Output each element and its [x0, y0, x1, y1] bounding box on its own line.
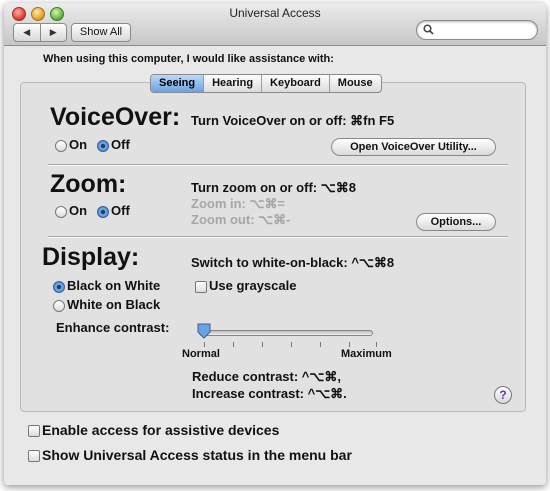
show-all-button[interactable]: Show All: [71, 23, 131, 42]
voiceover-off-label: Off: [111, 137, 130, 152]
reduce-contrast-shortcut: Reduce contrast: ^⌥⌘,: [192, 369, 341, 384]
intro-text: When using this computer, I would like a…: [43, 53, 334, 65]
contrast-label: Enhance contrast:: [56, 320, 170, 335]
slider-tick: [320, 342, 321, 347]
zoom-off-radio[interactable]: [97, 206, 109, 218]
slider-tick: [233, 342, 234, 347]
zoom-on-radio[interactable]: [55, 206, 67, 218]
slider-tick: [262, 342, 263, 347]
window-title: Universal Access: [229, 6, 321, 20]
black-on-white-label: Black on White: [67, 278, 161, 293]
voiceover-off-radio[interactable]: [97, 140, 109, 152]
zoom-off-label: Off: [111, 203, 130, 218]
tab-hearing[interactable]: Hearing: [203, 75, 261, 92]
search-icon: [423, 24, 434, 35]
forward-button[interactable]: ▶: [41, 24, 67, 41]
preferences-window: Universal Access ◀ ▶ Show All When using…: [4, 3, 546, 485]
divider: [48, 164, 508, 166]
tab-keyboard[interactable]: Keyboard: [261, 75, 329, 92]
voiceover-shortcut: Turn VoiceOver on or off: ⌘fn F5: [191, 113, 395, 128]
zoom-options-button[interactable]: Options...: [416, 213, 496, 231]
contrast-slider-track[interactable]: [199, 330, 373, 336]
white-on-black-radio[interactable]: [53, 300, 65, 312]
display-heading: Display:: [42, 243, 140, 271]
display-shortcut: Switch to white-on-black: ^⌥⌘8: [191, 255, 395, 270]
contrast-slider-thumb[interactable]: [197, 323, 211, 339]
contrast-min-label: Normal: [182, 348, 220, 360]
tab-mouse[interactable]: Mouse: [328, 75, 381, 92]
assistive-devices-label: Enable access for assistive devices: [42, 422, 280, 438]
assistive-devices-checkbox[interactable]: [28, 425, 40, 437]
title-bar: Universal Access ◀ ▶ Show All: [4, 3, 546, 46]
voiceover-on-label: On: [69, 137, 88, 152]
slider-tick: [204, 342, 205, 347]
open-voiceover-utility-button[interactable]: Open VoiceOver Utility...: [331, 138, 496, 156]
grayscale-checkbox[interactable]: [195, 281, 207, 293]
zoom-in-shortcut: Zoom in: ⌥⌘=: [191, 196, 286, 211]
zoom-out-shortcut: Zoom out: ⌥⌘-: [191, 212, 291, 227]
black-on-white-radio[interactable]: [53, 281, 65, 293]
slider-tick: [291, 342, 292, 347]
menu-bar-status-label: Show Universal Access status in the menu…: [42, 447, 352, 463]
tab-seeing[interactable]: Seeing: [151, 75, 204, 92]
slider-tick: [349, 342, 350, 347]
zoom-heading: Zoom:: [50, 170, 127, 198]
white-on-black-label: White on Black: [67, 297, 161, 312]
back-button[interactable]: ◀: [14, 24, 41, 41]
menu-bar-status-checkbox[interactable]: [28, 450, 40, 462]
grayscale-label: Use grayscale: [209, 278, 297, 293]
search-field[interactable]: [416, 20, 538, 40]
contrast-max-label: Maximum: [341, 348, 392, 360]
increase-contrast-shortcut: Increase contrast: ^⌥⌘.: [192, 386, 347, 401]
help-button[interactable]: ?: [494, 386, 512, 404]
divider: [48, 236, 508, 238]
voiceover-on-radio[interactable]: [55, 140, 67, 152]
zoom-on-label: On: [69, 203, 88, 218]
tab-bar: Seeing Hearing Keyboard Mouse: [150, 74, 382, 93]
slider-tick: [376, 342, 377, 347]
voiceover-heading: VoiceOver:: [50, 103, 181, 131]
back-forward-control: ◀ ▶: [13, 23, 67, 42]
zoom-shortcut: Turn zoom on or off: ⌥⌘8: [191, 180, 356, 195]
